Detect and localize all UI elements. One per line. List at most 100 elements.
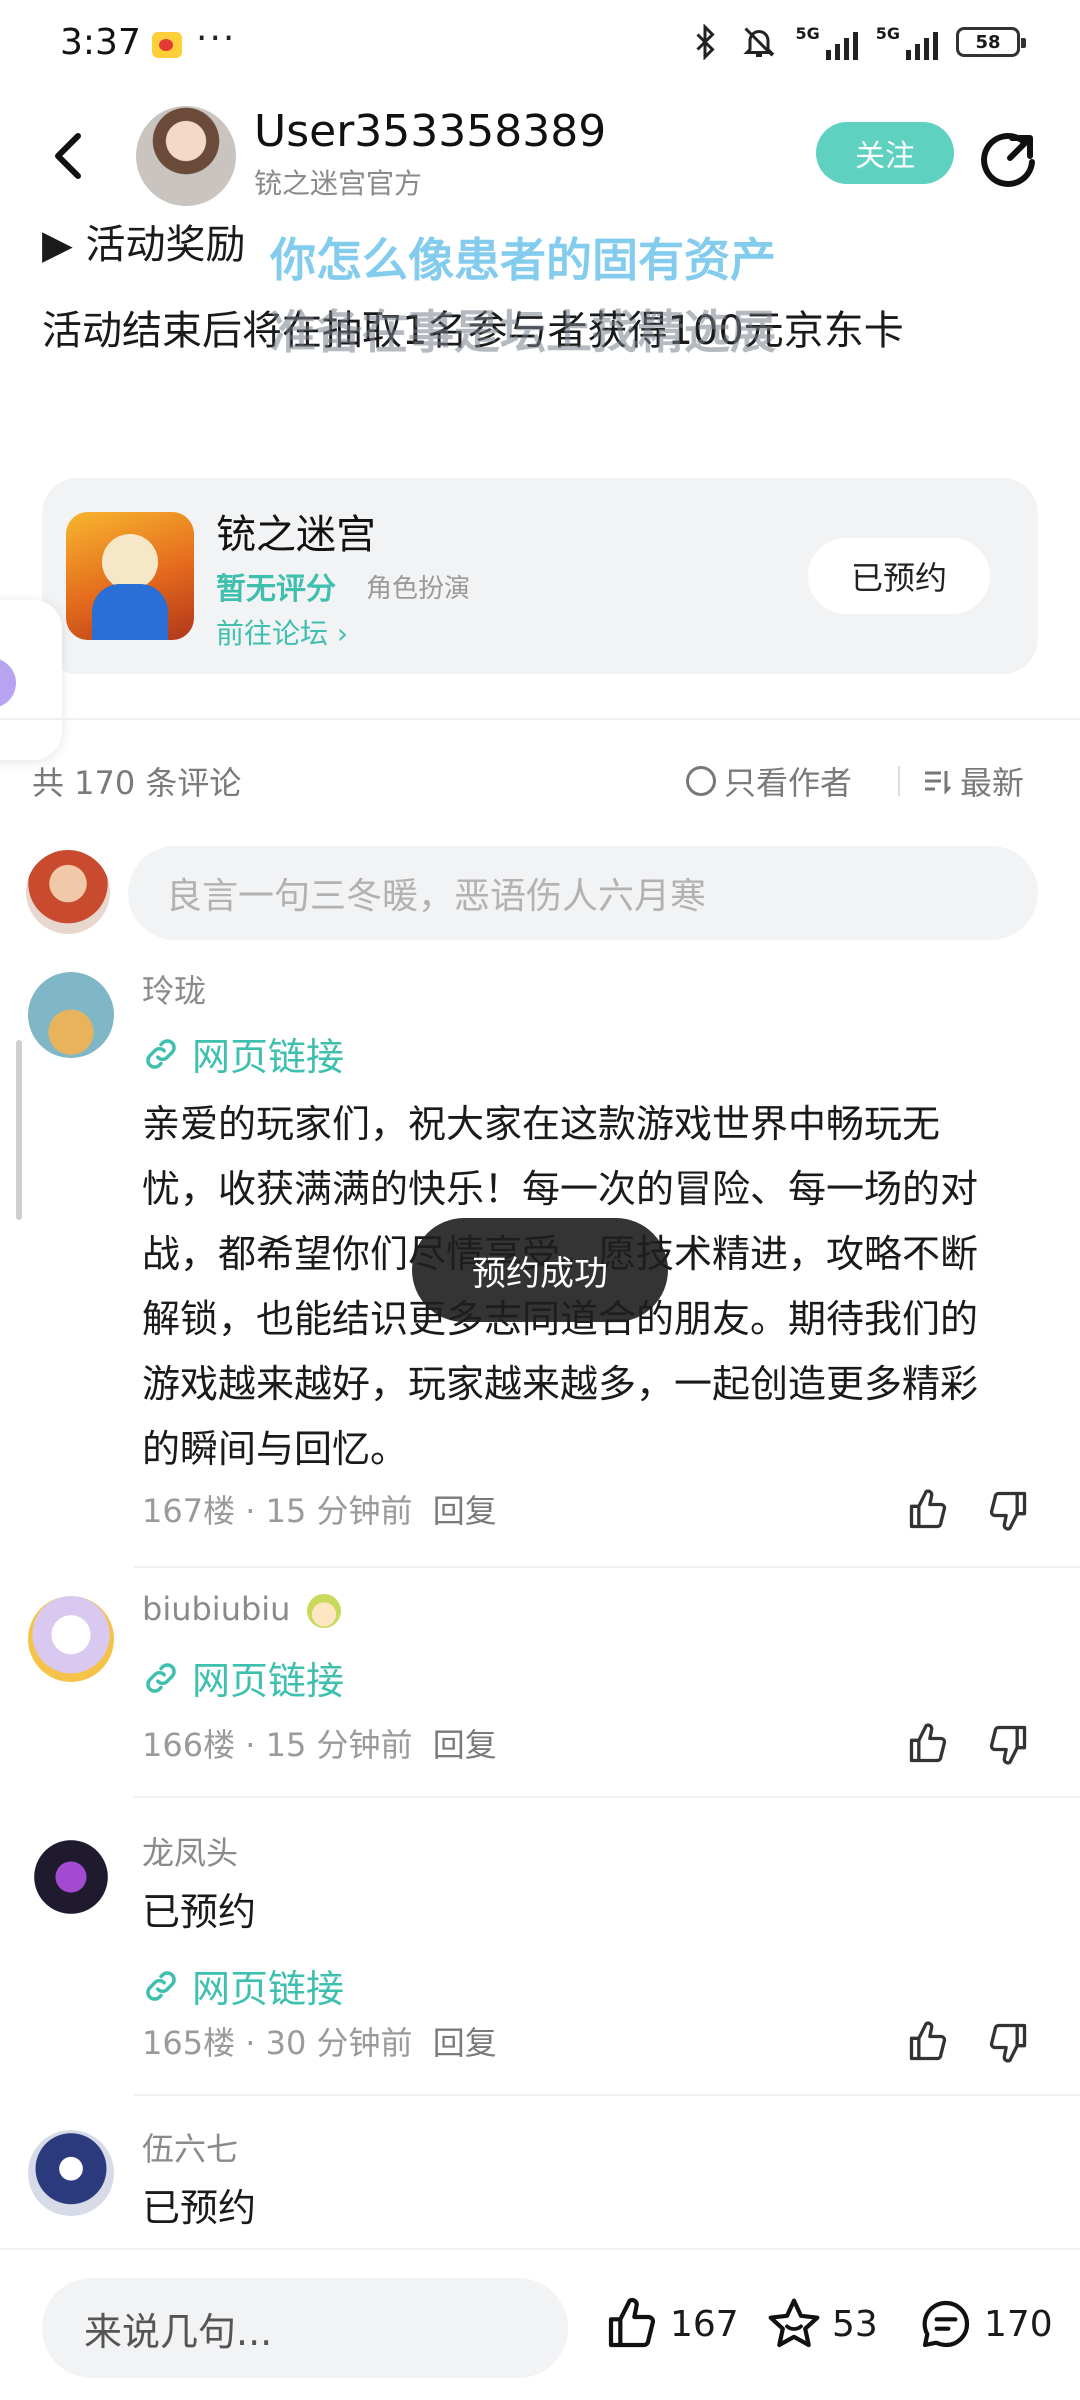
user-badge-icon bbox=[306, 1594, 341, 1628]
link-icon bbox=[146, 1038, 176, 1069]
forum-link-label[interactable]: 前往论坛 bbox=[216, 617, 328, 650]
comment-meta: 166楼 · 15 分钟前 回复 bbox=[142, 1726, 497, 1764]
user-avatar[interactable] bbox=[28, 1834, 114, 1920]
comment-bubble-icon bbox=[922, 2300, 970, 2348]
comment-text: 已预约 bbox=[142, 2186, 257, 2230]
network-type-1: 5G bbox=[795, 24, 820, 43]
comment-text: 已预约 bbox=[142, 1890, 257, 1934]
thumbs-up-icon bbox=[608, 2297, 656, 2348]
comment-username[interactable]: 玲珑 bbox=[142, 966, 206, 1012]
game-genre: 角色扮演 bbox=[366, 574, 471, 604]
user-avatar[interactable] bbox=[28, 1596, 114, 1682]
comment-count-bottom: 170 bbox=[984, 2303, 1053, 2345]
back-arrow-icon[interactable] bbox=[44, 128, 94, 184]
comment-divider bbox=[134, 1796, 1080, 1798]
game-rating: 暂无评分 bbox=[216, 572, 336, 607]
section-title: ▶ 活动奖励 bbox=[42, 222, 246, 268]
web-link-label[interactable]: 网页链接 bbox=[192, 1958, 344, 2013]
chevron-right-icon: › bbox=[336, 617, 349, 650]
signal-1-icon: 5G bbox=[795, 24, 858, 60]
floor-number: 165楼 bbox=[142, 2024, 236, 2062]
divider bbox=[0, 718, 1080, 720]
thumbs-up-icon[interactable] bbox=[906, 1488, 950, 1532]
thumbs-up-icon[interactable] bbox=[906, 2020, 950, 2064]
sort-label[interactable]: 最新 bbox=[960, 758, 1024, 804]
mute-bell-icon bbox=[743, 27, 776, 57]
scrollbar[interactable] bbox=[16, 1040, 22, 1220]
comments-toolbar: 共 170 条评论 只看作者 最新 bbox=[0, 750, 1080, 810]
floor-number: 166楼 bbox=[142, 1726, 236, 1764]
favorite-button[interactable]: 53 bbox=[766, 2296, 878, 2352]
star-icon bbox=[768, 2298, 820, 2348]
user-avatar[interactable] bbox=[28, 972, 114, 1058]
reply-input[interactable]: 来说几句... bbox=[42, 2278, 568, 2378]
battery-level: 58 bbox=[975, 31, 1001, 53]
like-button[interactable]: 167 bbox=[604, 2296, 739, 2352]
web-link[interactable]: 网页链接 bbox=[142, 1958, 344, 2013]
game-card[interactable]: 铳之迷宫 暂无评分 角色扮演 前往论坛 › 已预约 bbox=[42, 478, 1038, 674]
comment-input[interactable]: 良言一句三冬暖，恶语伤人六月寒 bbox=[128, 846, 1038, 940]
radio-icon bbox=[686, 766, 716, 796]
share-icon[interactable] bbox=[980, 128, 1040, 188]
bluetooth-icon bbox=[696, 24, 716, 60]
author-name[interactable]: User353358389 bbox=[254, 106, 606, 157]
toast-message: 预约成功 bbox=[412, 1218, 668, 1322]
post-header: User353358389 铳之迷宫官方 关注 bbox=[0, 100, 1080, 220]
battery-icon: 58 bbox=[956, 27, 1026, 57]
floor-number: 167楼 bbox=[142, 1492, 236, 1530]
comment-username[interactable]: biubiubiu bbox=[142, 1590, 341, 1628]
comment-divider bbox=[134, 2094, 1080, 2096]
sort-icon bbox=[925, 771, 952, 795]
forum-link[interactable]: 前往论坛 › bbox=[216, 612, 348, 652]
reply-button[interactable]: 回复 bbox=[433, 1726, 497, 1764]
comment-button[interactable]: 170 bbox=[918, 2296, 1053, 2352]
thumbs-down-icon[interactable] bbox=[986, 1488, 1030, 1532]
follow-button[interactable]: 关注 bbox=[816, 122, 954, 184]
web-link-label[interactable]: 网页链接 bbox=[192, 1026, 344, 1081]
assistant-bubble-icon bbox=[0, 658, 16, 708]
comment-time: 30 分钟前 bbox=[265, 2024, 413, 2062]
status-bar: 3:37 ··· 5G 5G 58 bbox=[0, 0, 1080, 92]
link-icon bbox=[146, 1662, 176, 1693]
sort-newest-button[interactable]: 最新 bbox=[922, 758, 1024, 804]
web-link[interactable]: 网页链接 bbox=[142, 1650, 344, 1705]
comment-time: 15 分钟前 bbox=[265, 1726, 413, 1764]
web-link[interactable]: 网页链接 bbox=[142, 1026, 344, 1081]
thumbs-down-icon[interactable] bbox=[986, 2020, 1030, 2064]
author-subtitle: 铳之迷宫官方 bbox=[254, 167, 423, 200]
web-link-label[interactable]: 网页链接 bbox=[192, 1650, 344, 1705]
network-type-2: 5G bbox=[875, 24, 900, 43]
bottom-action-bar: 来说几句... 167 53 170 bbox=[0, 2248, 1080, 2400]
comment-meta: 167楼 · 15 分钟前 回复 bbox=[142, 1492, 497, 1530]
game-name[interactable]: 铳之迷宫 bbox=[216, 502, 376, 560]
comment-time: 15 分钟前 bbox=[265, 1492, 413, 1530]
floating-assistant-handle[interactable] bbox=[0, 600, 62, 760]
status-time: 3:37 bbox=[60, 22, 141, 63]
thumbs-down-icon[interactable] bbox=[986, 1722, 1030, 1766]
reserved-button[interactable]: 已预约 bbox=[808, 538, 990, 614]
user-avatar[interactable] bbox=[28, 2130, 114, 2216]
signal-2-icon: 5G bbox=[876, 24, 938, 60]
favorite-count: 53 bbox=[832, 2303, 878, 2345]
author-only-toggle[interactable]: 只看作者 bbox=[686, 758, 852, 804]
author-avatar[interactable] bbox=[136, 106, 236, 206]
comment-username-text[interactable]: biubiubiu bbox=[142, 1590, 290, 1628]
link-icon bbox=[146, 1970, 176, 2001]
like-count: 167 bbox=[670, 2303, 739, 2345]
section-body: 活动结束后将在抽取1名参与者获得100元京东卡 bbox=[42, 308, 904, 354]
comment-divider bbox=[134, 1566, 1080, 1568]
comment-username[interactable]: 龙凤头 bbox=[142, 1828, 238, 1874]
my-avatar bbox=[26, 850, 110, 934]
more-notifications-icon: ··· bbox=[196, 18, 237, 59]
reply-button[interactable]: 回复 bbox=[433, 1492, 497, 1530]
author-only-label[interactable]: 只看作者 bbox=[724, 758, 852, 804]
game-icon[interactable] bbox=[66, 512, 194, 640]
comment-count: 共 170 条评论 bbox=[32, 764, 242, 802]
thumbs-up-icon[interactable] bbox=[906, 1722, 950, 1766]
separator bbox=[898, 766, 900, 796]
post-content: ▶ 活动奖励 活动结束后将在抽取1名参与者获得100元京东卡 bbox=[42, 212, 1042, 370]
status-icons: 5G 5G 58 bbox=[687, 24, 1026, 60]
weibo-notification-icon bbox=[152, 32, 182, 58]
reply-button[interactable]: 回复 bbox=[433, 2024, 497, 2062]
comment-username[interactable]: 伍六七 bbox=[142, 2124, 238, 2170]
